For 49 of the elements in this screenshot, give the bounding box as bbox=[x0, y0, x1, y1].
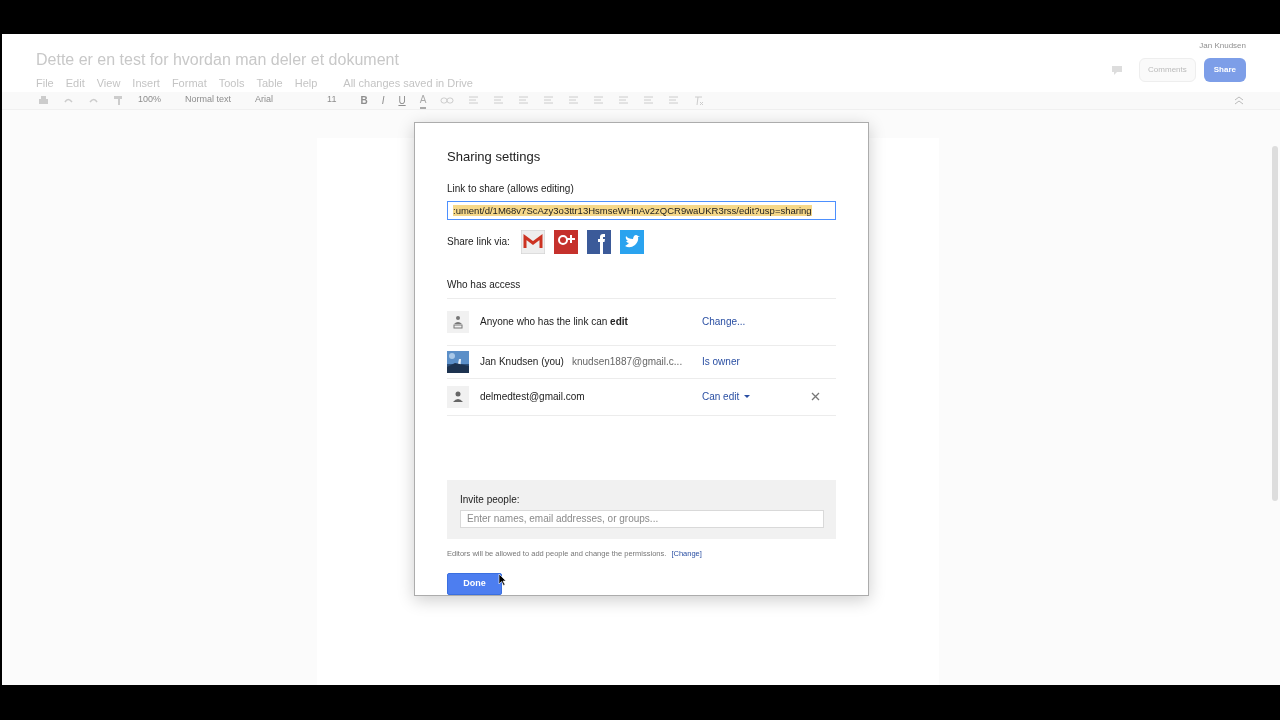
user-name[interactable]: Jan Knudsen bbox=[1199, 40, 1246, 52]
share-button[interactable]: Share bbox=[1203, 58, 1246, 82]
permission-link[interactable]: Change... bbox=[702, 316, 746, 327]
print-icon[interactable] bbox=[38, 94, 49, 106]
person-icon bbox=[447, 385, 469, 408]
access-heading: Who has access bbox=[447, 276, 836, 299]
access-description: Anyone who has the link can edit bbox=[480, 316, 628, 327]
owner-label: Is owner bbox=[702, 356, 740, 367]
menu-item[interactable]: Edit bbox=[65, 75, 85, 92]
format-button[interactable]: B bbox=[360, 92, 368, 108]
menu-item[interactable]: View bbox=[96, 75, 121, 92]
invite-field[interactable]: Enter names, email addresses, or groups... bbox=[460, 509, 824, 528]
save-status: All changes saved in Drive bbox=[343, 76, 473, 91]
user-name: delmedtest@gmail.com bbox=[480, 391, 585, 402]
font-dropdown[interactable]: Arial bbox=[255, 93, 274, 107]
chat-icon[interactable] bbox=[1111, 65, 1124, 75]
format-button[interactable]: A bbox=[419, 91, 427, 109]
scrollbar[interactable] bbox=[1272, 146, 1278, 501]
size-dropdown[interactable]: 11 bbox=[327, 93, 337, 107]
done-button[interactable]: Done bbox=[447, 572, 502, 595]
invite-label: Invite people: bbox=[460, 492, 521, 507]
link-icon[interactable] bbox=[440, 94, 455, 106]
link-person-icon bbox=[447, 310, 469, 333]
twitter-icon[interactable] bbox=[619, 229, 644, 254]
google-plus-icon[interactable] bbox=[553, 229, 578, 254]
permission-link[interactable]: Can edit bbox=[702, 391, 740, 402]
share-via-label: Share link via: bbox=[447, 235, 510, 249]
close-icon[interactable] bbox=[811, 392, 820, 401]
clear-formatting-icon[interactable] bbox=[693, 94, 705, 106]
facebook-icon[interactable] bbox=[586, 229, 611, 254]
zoom-dropdown[interactable]: 100% bbox=[138, 93, 162, 107]
dialog-title: Sharing settings bbox=[447, 148, 542, 166]
cursor-icon bbox=[498, 573, 507, 586]
user-name: Jan Knudsen (you) bbox=[480, 356, 564, 367]
mail-icon[interactable] bbox=[520, 229, 545, 254]
menu-item[interactable]: Table bbox=[256, 75, 283, 92]
format-button[interactable]: U bbox=[398, 92, 406, 108]
menu-item[interactable]: File bbox=[36, 75, 54, 92]
style-dropdown[interactable]: Normal text bbox=[185, 93, 232, 107]
menu-item[interactable]: Insert bbox=[132, 75, 160, 92]
menu-item[interactable]: Help bbox=[294, 75, 318, 92]
collapse-icon[interactable] bbox=[1234, 95, 1244, 105]
user-email: knudsen1887@gmail.c... bbox=[571, 356, 683, 367]
caret-icon[interactable] bbox=[743, 394, 752, 401]
menu-item[interactable]: Format bbox=[171, 75, 207, 92]
link-field[interactable]: :ument/d/1M68v7ScAzy3o3ttr13HsmseWHnAv2zQCR9waUKR3rss/edit?usp=sharing bbox=[447, 200, 836, 220]
format-button[interactable]: I bbox=[381, 92, 385, 108]
paint-format-icon[interactable] bbox=[113, 94, 124, 106]
link-label: Link to share (allows editing) bbox=[447, 181, 575, 196]
